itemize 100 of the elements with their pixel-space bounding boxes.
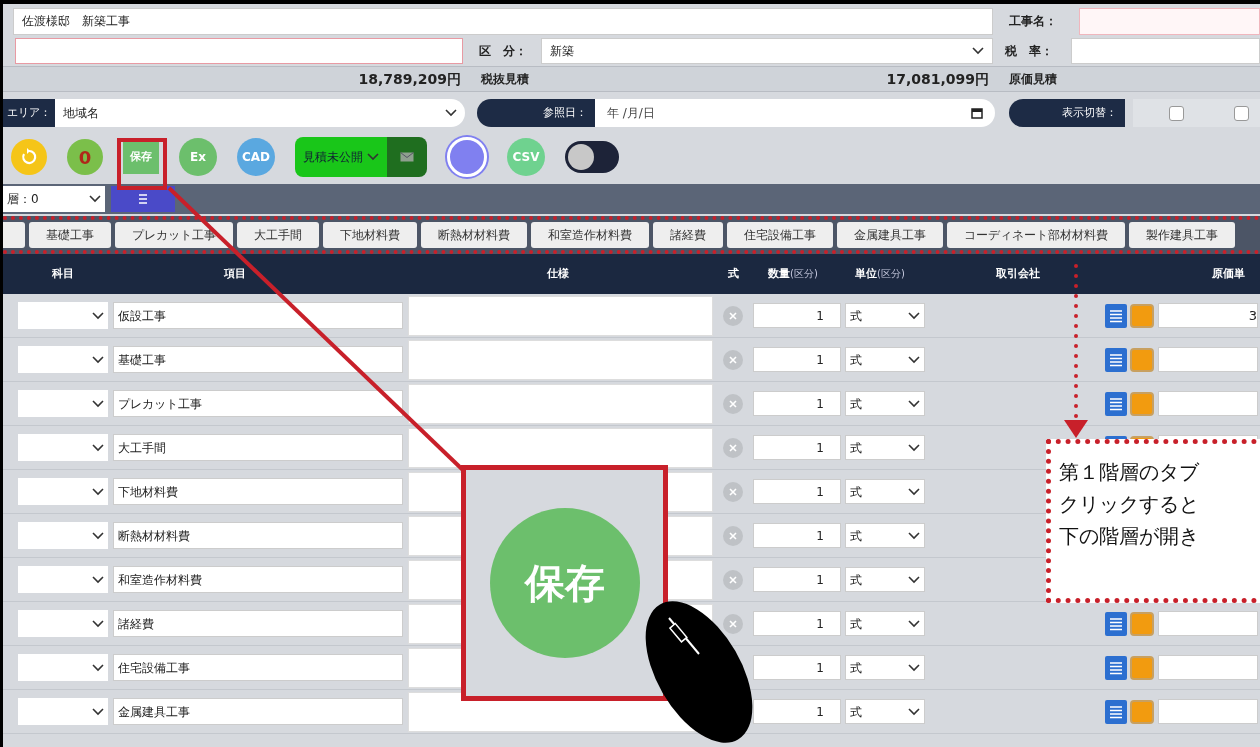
tab[interactable]: [3, 222, 25, 248]
area-select[interactable]: 地域名: [55, 99, 465, 127]
tab[interactable]: 下地材料費: [323, 222, 417, 248]
price-field[interactable]: [1158, 611, 1258, 636]
quantity-field[interactable]: 1: [753, 523, 841, 548]
item-field[interactable]: 諸経費: [113, 610, 403, 637]
clear-icon[interactable]: [723, 481, 743, 502]
unit-select[interactable]: 式: [845, 435, 925, 460]
column-header: 仕様: [546, 265, 570, 282]
toggle-switch[interactable]: [565, 141, 619, 173]
quantity-field[interactable]: 1: [753, 479, 841, 504]
checkbox[interactable]: [1234, 105, 1249, 121]
refresh-button[interactable]: [11, 139, 47, 175]
tab[interactable]: 金属建具工事: [837, 222, 943, 248]
tab[interactable]: 住宅設備工事: [727, 222, 833, 248]
tab[interactable]: 基礎工事: [29, 222, 111, 248]
price-field[interactable]: 3: [1158, 303, 1258, 328]
chevron-down-icon: [92, 531, 104, 540]
list-icon[interactable]: [1105, 611, 1127, 636]
item-field[interactable]: 大工手間: [113, 434, 403, 461]
list-icon[interactable]: [1105, 347, 1127, 372]
quantity-field[interactable]: 1: [753, 611, 841, 636]
clear-icon[interactable]: [723, 437, 743, 458]
item-field[interactable]: 金属建具工事: [113, 698, 403, 725]
clear-icon[interactable]: [723, 613, 743, 634]
mail-button[interactable]: [387, 137, 427, 177]
callout-text: 第１階層のタブ: [1059, 459, 1200, 486]
circle-button[interactable]: [447, 137, 487, 177]
quantity-field[interactable]: 1: [753, 435, 841, 460]
construction-name-field[interactable]: [1079, 7, 1260, 35]
list-icon[interactable]: [1105, 303, 1127, 328]
tab[interactable]: 断熱材材料費: [421, 222, 527, 248]
tab[interactable]: 諸経費: [653, 222, 723, 248]
category-select[interactable]: [18, 522, 108, 549]
category-select[interactable]: [18, 478, 108, 505]
chevron-down-icon: [908, 575, 920, 584]
unit-select[interactable]: 式: [845, 611, 925, 636]
quantity-field[interactable]: 1: [753, 391, 841, 416]
category-select[interactable]: [18, 434, 108, 461]
clear-icon[interactable]: [723, 305, 743, 326]
category-select[interactable]: [18, 390, 108, 417]
spec-field[interactable]: [408, 339, 713, 380]
unit-select[interactable]: 式: [845, 567, 925, 592]
tab[interactable]: 和室造作材料費: [531, 222, 649, 248]
column-header: 取引会社: [995, 265, 1041, 282]
level-select[interactable]: 層：0: [3, 186, 105, 212]
clear-icon[interactable]: [723, 525, 743, 546]
checkbox[interactable]: [1169, 105, 1184, 121]
spec-field[interactable]: [408, 383, 713, 424]
price-field[interactable]: [1158, 347, 1258, 372]
tab[interactable]: プレカット工事: [115, 222, 233, 248]
tax-rate-field[interactable]: [1071, 38, 1260, 64]
list-icon[interactable]: [1105, 655, 1127, 680]
unit-select[interactable]: 式: [845, 655, 925, 680]
tab[interactable]: 製作建具工事: [1129, 222, 1235, 248]
category-select[interactable]: [18, 698, 108, 725]
category-select[interactable]: [18, 346, 108, 373]
clear-icon[interactable]: [723, 349, 743, 370]
list-icon[interactable]: [1105, 699, 1127, 724]
quantity-field[interactable]: 1: [753, 699, 841, 724]
price-field[interactable]: [1158, 655, 1258, 680]
tab[interactable]: コーディネート部材材料費: [947, 222, 1125, 248]
clear-icon[interactable]: [723, 569, 743, 590]
chevron-down-icon: [908, 399, 920, 408]
unit-select[interactable]: 式: [845, 391, 925, 416]
item-field[interactable]: 断熱材材料費: [113, 522, 403, 549]
chevron-down-icon: [908, 443, 920, 452]
item-field[interactable]: 和室造作材料費: [113, 566, 403, 593]
clear-icon[interactable]: [723, 393, 743, 414]
unit-select[interactable]: 式: [845, 347, 925, 372]
date-field[interactable]: 年 /月/日: [595, 99, 995, 127]
spec-field[interactable]: [408, 427, 713, 468]
unit-select[interactable]: 式: [845, 479, 925, 504]
quantity-field[interactable]: 1: [753, 567, 841, 592]
item-field[interactable]: 基礎工事: [113, 346, 403, 373]
mail-icon: [400, 152, 414, 162]
text-field[interactable]: [15, 38, 463, 64]
quantity-field[interactable]: 1: [753, 303, 841, 328]
item-field[interactable]: 仮設工事: [113, 302, 403, 329]
unit-select[interactable]: 式: [845, 303, 925, 328]
callout-text: 下の階層が開き: [1059, 523, 1200, 550]
unit-select[interactable]: 式: [845, 523, 925, 548]
project-name-field[interactable]: 佐渡様邸 新築工事: [13, 7, 993, 35]
category-select[interactable]: 新築: [541, 38, 993, 64]
item-field[interactable]: プレカット工事: [113, 390, 403, 417]
tab[interactable]: 大工手間: [237, 222, 319, 248]
list-icon[interactable]: [1105, 391, 1127, 416]
quantity-field[interactable]: 1: [753, 347, 841, 372]
price-field[interactable]: [1158, 391, 1258, 416]
price-field[interactable]: [1158, 699, 1258, 724]
category-select[interactable]: [18, 566, 108, 593]
unit-select[interactable]: 式: [845, 699, 925, 724]
category-select[interactable]: [18, 654, 108, 681]
item-field[interactable]: 下地材料費: [113, 478, 403, 505]
publish-status-select[interactable]: 見積未公開: [295, 137, 387, 177]
category-select[interactable]: [18, 302, 108, 329]
item-field[interactable]: 住宅設備工事: [113, 654, 403, 681]
category-select[interactable]: [18, 610, 108, 637]
spec-field[interactable]: [408, 295, 713, 336]
quantity-field[interactable]: 1: [753, 655, 841, 680]
